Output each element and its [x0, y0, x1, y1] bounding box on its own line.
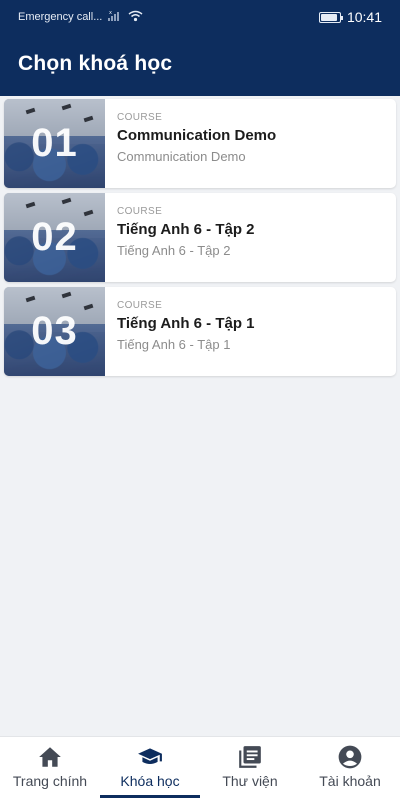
home-icon: [37, 744, 63, 770]
course-card[interactable]: 02 COURSE Tiếng Anh 6 - Tập 2 Tiếng Anh …: [4, 193, 396, 282]
library-icon: [237, 744, 263, 770]
nav-item-courses[interactable]: Khóa học: [100, 737, 200, 800]
course-subtitle: Tiếng Anh 6 - Tập 2: [117, 243, 231, 258]
course-list: 01 COURSE Communication Demo Communicati…: [4, 99, 396, 381]
nav-item-account[interactable]: Tài khoản: [300, 737, 400, 800]
battery-icon: [318, 11, 343, 23]
app-header: Emergency call... x 10:41 Chọn khoá học: [0, 0, 400, 96]
nav-label: Tài khoản: [319, 773, 381, 789]
nav-item-library[interactable]: Thư viện: [200, 737, 300, 800]
bottom-navigation: Trang chính Khóa học Thư viện Tài khoản: [0, 736, 400, 800]
nav-label: Thư viện: [222, 773, 278, 789]
course-number: 01: [31, 121, 78, 165]
nav-label: Trang chính: [12, 773, 88, 789]
carrier-text: Emergency call...: [18, 11, 103, 23]
course-card[interactable]: 01 COURSE Communication Demo Communicati…: [4, 99, 396, 188]
course-subtitle: Communication Demo: [117, 149, 246, 164]
course-card[interactable]: 03 COURSE Tiếng Anh 6 - Tập 1 Tiếng Anh …: [4, 287, 396, 376]
graduation-cap-icon: [137, 744, 163, 770]
course-number: 03: [31, 309, 78, 353]
page-title: Chọn khoá học: [18, 52, 173, 75]
course-title: Tiếng Anh 6 - Tập 2: [117, 221, 255, 238]
svg-text:x: x: [109, 10, 112, 16]
course-type-label: COURSE: [117, 112, 163, 123]
course-type-label: COURSE: [117, 206, 163, 217]
status-bar: Emergency call... x 10:41: [0, 0, 400, 34]
battery-fill: [320, 13, 338, 21]
course-thumbnail-image: 01: [4, 99, 105, 188]
signal-icon: x: [108, 10, 122, 24]
course-title: Communication Demo: [117, 127, 277, 144]
course-type-label: COURSE: [117, 300, 163, 311]
course-number: 02: [31, 215, 78, 259]
account-icon: [337, 744, 363, 770]
course-subtitle: Tiếng Anh 6 - Tập 1: [117, 337, 231, 352]
nav-item-home[interactable]: Trang chính: [0, 737, 100, 800]
course-thumbnail-image: 03: [4, 287, 105, 376]
status-time: 10:41: [346, 9, 382, 25]
wifi-icon: [128, 10, 143, 25]
course-title: Tiếng Anh 6 - Tập 1: [117, 315, 255, 332]
nav-label: Khóa học: [120, 773, 180, 789]
course-thumbnail-image: 02: [4, 193, 105, 282]
